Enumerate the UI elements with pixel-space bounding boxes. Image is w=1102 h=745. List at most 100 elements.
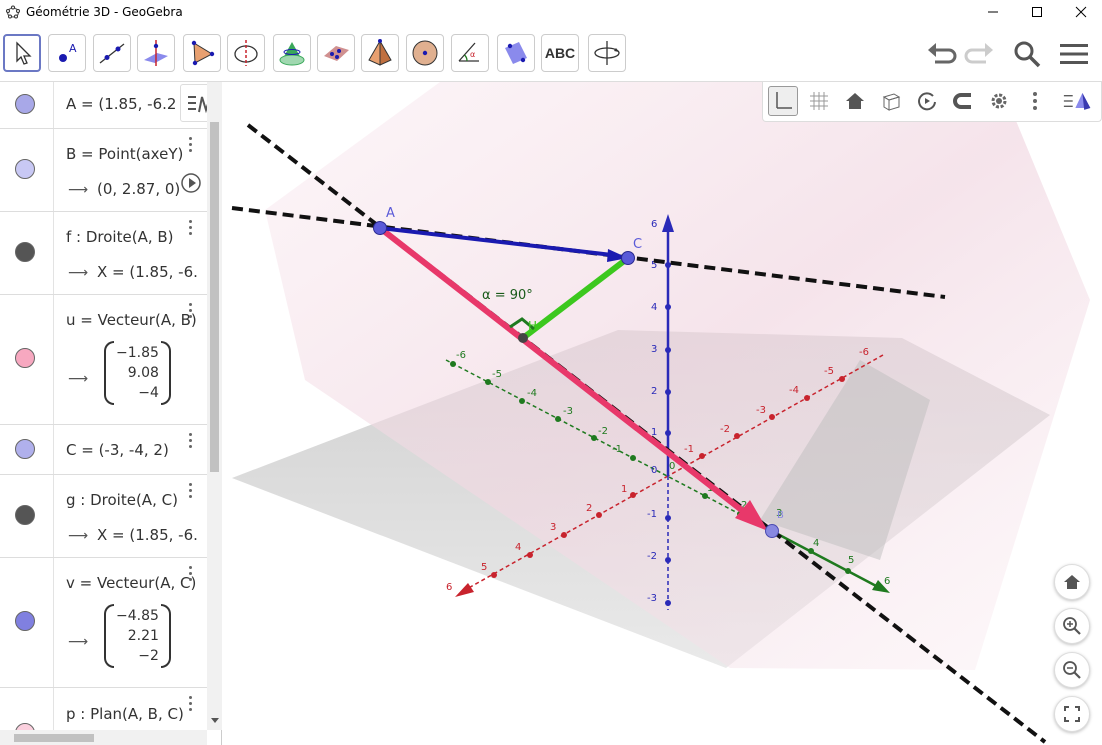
output-arrow-icon: ⟶ [68,634,89,650]
tool-pyramid[interactable] [361,34,399,72]
point-C[interactable] [621,251,635,265]
home-icon [1064,575,1080,589]
plane-p [265,82,1090,670]
undo-button[interactable] [924,37,958,71]
rotate-view-button[interactable] [912,86,942,116]
svg-text:α: α [470,50,475,59]
tool-line[interactable] [93,34,131,72]
vector-x: −1.85 [116,345,159,361]
grid-toggle-button[interactable] [804,86,834,116]
main-toolbar: A α ABC [0,24,1102,82]
kebab-menu-icon [1033,92,1037,110]
graphics-3d-view[interactable]: 6 5 4 3 2 1 0 -1 -2 -3 -6 -5 -4 -3 -2 -1… [222,82,1102,745]
algebra-item-g[interactable]: g : Droite(A, C) ⟶ X = (1.85, -6. [0,475,207,558]
search-icon [1014,41,1041,68]
scroll-down-icon[interactable] [210,717,220,725]
title-bar: Géométrie 3D - GeoGebra [0,0,1102,24]
visibility-toggle[interactable] [15,505,35,525]
label-B: B [777,510,784,521]
maximize-button[interactable] [1014,0,1060,24]
tool-intersect[interactable] [273,34,311,72]
svg-text:A: A [69,42,77,55]
vector-z: −2 [138,648,159,664]
tool-sphere[interactable] [406,34,444,72]
algebra-definition[interactable]: A = (1.85, -6.2 [66,95,176,113]
pyramid-icon [368,39,392,66]
play-animation-icon[interactable] [180,172,202,194]
algebra-horizontal-scrollbar[interactable] [0,730,207,745]
vector-y: 2.21 [127,628,159,644]
tool-point[interactable]: A [48,34,86,72]
item-menu-button[interactable] [189,483,193,501]
point-H[interactable] [518,333,528,343]
algebra-item-u[interactable]: u = Vecteur(A, B) ⟶ −1.85 9.08 −4 [0,295,207,425]
algebra-definition[interactable]: p : Plan(A, B, C) [66,705,184,723]
close-button[interactable] [1058,0,1102,24]
point-B[interactable] [765,524,779,538]
algebra-definition[interactable]: g : Droite(A, C) [66,491,178,509]
zoom-out-button[interactable] [1054,652,1090,688]
tool-perpendicular-line[interactable] [137,34,175,72]
visibility-toggle[interactable] [15,242,35,262]
algebra-definition[interactable]: B = Point(axeY) [66,145,183,163]
search-button[interactable] [1010,37,1044,71]
tool-angle[interactable]: α [451,34,489,72]
visibility-toggle[interactable] [15,611,35,631]
tool-circle-axis[interactable] [227,34,265,72]
algebra-item-v[interactable]: v = Vecteur(A, C) ⟶ −4.85 2.21 −2 [0,558,207,688]
graphics-settings-button[interactable] [984,86,1014,116]
standard-view-button[interactable] [840,86,870,116]
point-A[interactable] [373,221,387,235]
algebra-item-A[interactable]: A = (1.85, -6.2 [0,82,207,129]
text-tool-label: ABC [544,45,576,61]
fullscreen-button[interactable] [1054,696,1090,732]
zoom-in-button[interactable] [1054,608,1090,644]
algebra-definition[interactable]: f : Droite(A, B) [66,228,174,246]
algebra-output: X = (1.85, -6. [97,526,198,544]
axes-toggle-button[interactable] [768,86,798,116]
algebra-item-B[interactable]: B = Point(axeY) ⟶ (0, 2.87, 0) [0,129,207,212]
item-menu-button[interactable] [189,220,193,238]
algebra-definition[interactable]: u = Vecteur(A, B) [66,311,197,329]
close-icon [1075,6,1087,18]
style-bar-toggle-button[interactable] [1063,86,1093,116]
grid-icon [810,92,828,110]
algebra-item-C[interactable]: C = (-3, -4, 2) [0,425,207,475]
redo-button[interactable] [963,37,997,71]
clipping-cube-button[interactable] [876,86,906,116]
tool-text[interactable]: ABC [541,34,579,72]
y-tick-4: 4 [813,538,819,549]
angle-label: α = 90° [482,288,533,303]
algebra-definition[interactable]: v = Vecteur(A, C) [66,574,196,592]
scene-3d[interactable]: 6 5 4 3 2 1 0 -1 -2 -3 -6 -5 -4 -3 -2 -1… [222,82,1102,745]
visibility-toggle[interactable] [15,94,35,114]
item-menu-button[interactable] [189,303,193,321]
home-view-button[interactable] [1054,564,1090,600]
visibility-toggle[interactable] [15,348,35,368]
visibility-toggle[interactable] [15,439,35,459]
visibility-toggle[interactable] [15,159,35,179]
tool-rotate-view[interactable] [588,34,626,72]
algebra-item-f[interactable]: f : Droite(A, B) ⟶ X = (1.85, -6. [0,212,207,295]
tool-plane[interactable] [317,34,355,72]
window-title: Géométrie 3D - GeoGebra [26,5,183,19]
minimize-button[interactable] [970,0,1016,24]
plane-points-icon [324,46,349,61]
tool-move[interactable] [3,34,41,72]
item-menu-button[interactable] [189,433,193,451]
algebra-output: X = (1.85, -6. [97,263,198,281]
algebra-vertical-scrollbar[interactable] [207,82,222,730]
item-menu-button[interactable] [189,137,193,155]
minimize-icon [988,11,998,13]
item-menu-button[interactable] [189,696,193,714]
view-in-front-button[interactable] [948,86,978,116]
item-menu-button[interactable] [189,566,193,584]
tool-polygon[interactable] [183,34,221,72]
reflect-plane-icon [505,42,527,64]
z-tick-m3: -3 [647,593,657,604]
z-tick-6: 6 [651,219,657,230]
tool-reflect[interactable] [497,34,535,72]
algebra-definition[interactable]: C = (-3, -4, 2) [66,441,169,459]
more-options-button[interactable] [1020,86,1050,116]
main-menu-button[interactable] [1057,37,1091,71]
